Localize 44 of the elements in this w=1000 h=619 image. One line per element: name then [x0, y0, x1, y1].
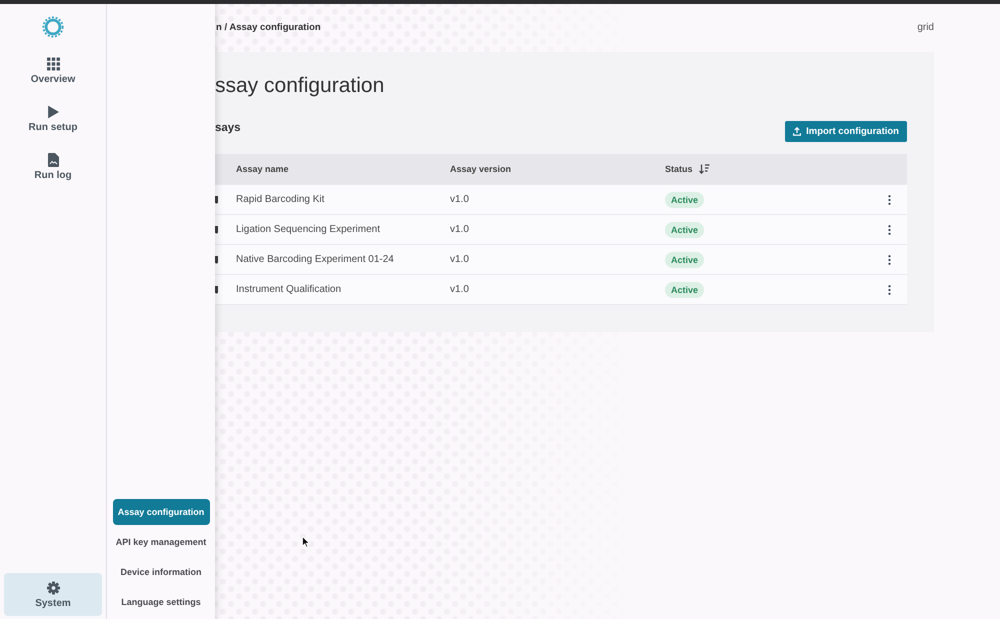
version-cell: v1.0 — [450, 194, 469, 205]
mouse-pointer-icon — [302, 536, 310, 548]
submenu-item[interactable]: API key management — [112, 529, 210, 555]
version-cell: v1.0 — [450, 284, 469, 295]
column-header: Status — [665, 164, 693, 174]
nav-item[interactable]: Run log — [4, 153, 102, 192]
column-header: Assay version — [450, 164, 512, 174]
grid-icon — [46, 57, 60, 71]
status-badge: Active — [665, 192, 704, 208]
assay-name-cell: Instrument Qualification — [236, 284, 342, 295]
assay-name-cell: Rapid Barcoding Kit — [236, 194, 324, 205]
submenu-item[interactable]: Device information — [112, 559, 210, 585]
assay-name-cell: Native Barcoding Experiment 01-24 — [236, 254, 394, 265]
more-options-icon[interactable] — [888, 224, 890, 234]
more-options-icon[interactable] — [888, 194, 890, 204]
more-options-icon[interactable] — [888, 254, 890, 264]
row-icon — [215, 256, 218, 264]
upload-icon — [793, 127, 802, 136]
version-cell: v1.0 — [450, 224, 469, 235]
row-icon — [215, 286, 218, 294]
nav-item[interactable]: Run setup — [4, 105, 102, 144]
sort-icon[interactable] — [698, 164, 710, 174]
gear-icon — [46, 581, 60, 595]
section-title: says — [215, 121, 241, 135]
assay-name-cell: Ligation Sequencing Experiment — [236, 224, 380, 235]
status-badge: Active — [665, 222, 704, 238]
row-icon — [215, 226, 218, 234]
more-options-icon[interactable] — [888, 284, 890, 294]
nav-item[interactable]: Overview — [4, 57, 102, 96]
header-text: grid — [917, 22, 934, 32]
version-cell: v1.0 — [450, 254, 469, 265]
status-badge: Active — [665, 282, 704, 298]
logo-icon — [42, 16, 64, 38]
submenu-item[interactable]: Language settings — [112, 589, 210, 615]
column-header: Assay name — [236, 164, 289, 174]
page-title: ssay configuration — [215, 73, 386, 99]
breadcrumb: n / Assay configuration — [215, 22, 321, 32]
submenu-item[interactable]: Assay configuration — [112, 499, 210, 525]
status-badge: Active — [665, 252, 704, 268]
import-button[interactable]: Import configuration — [785, 121, 907, 142]
play-icon — [46, 105, 60, 119]
nav-item[interactable]: System — [4, 573, 102, 616]
document-icon — [46, 153, 60, 167]
row-icon — [215, 196, 218, 204]
